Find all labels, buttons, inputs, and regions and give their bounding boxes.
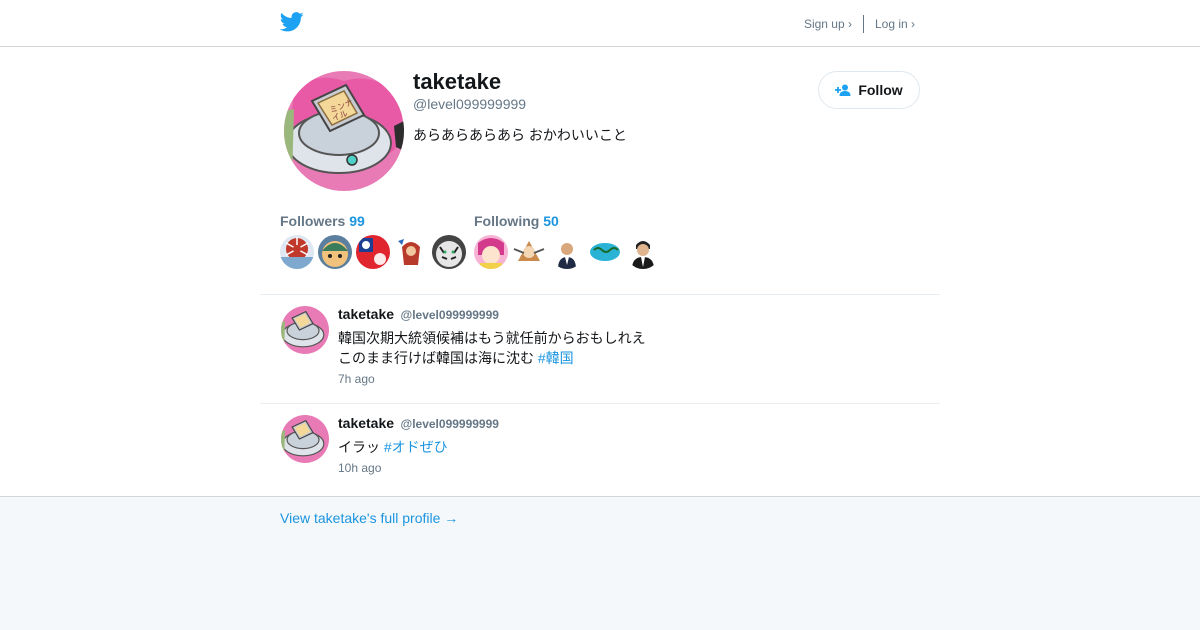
hashtag-link[interactable]: #オドぜひ	[384, 439, 448, 455]
tweet-author[interactable]: taketake @level099999999	[338, 306, 918, 324]
tweet-text-line: イラッ	[338, 439, 380, 455]
tweet-text: イラッ #オドぜひ	[338, 437, 918, 457]
profile-name: taketake	[413, 69, 502, 94]
followers-block: Followers 99	[280, 213, 470, 269]
followers-label: Followers	[280, 213, 346, 229]
tweet-text: 韓国次期大統領候補はもう就任前からおもしれえ このまま行けば韓国は海に沈む #韓…	[338, 328, 918, 368]
tweet-text-line: 韓国次期大統領候補はもう就任前からおもしれえ	[338, 330, 646, 346]
section-divider	[260, 294, 940, 295]
link-divider	[862, 15, 864, 33]
tweet-author[interactable]: taketake @level099999999	[338, 415, 918, 433]
follow-label: Follow	[858, 82, 903, 98]
tweet[interactable]: taketake @level099999999 イラッ #オドぜひ 10h a…	[280, 415, 920, 491]
following-label: Following	[474, 213, 540, 229]
tweet-timestamp[interactable]: 7h ago	[338, 372, 918, 386]
tweet[interactable]: taketake @level099999999 韓国次期大統領候補はもう就任前…	[280, 306, 920, 402]
following-avatar[interactable]	[626, 235, 660, 269]
follower-avatar[interactable]	[432, 235, 466, 269]
tweet-body: taketake @level099999999 韓国次期大統領候補はもう就任前…	[338, 306, 918, 386]
following-count: 50	[543, 213, 559, 229]
following-avatar[interactable]	[588, 235, 622, 269]
follow-button[interactable]: Follow	[818, 71, 920, 109]
login-link[interactable]: Log in ›	[875, 17, 915, 31]
full-profile-link[interactable]: View taketake's full profile →	[280, 510, 458, 526]
profile-card: ミンナ イル taketake @level099999999 あらあらあらあら…	[0, 47, 1200, 497]
followers-avatars	[280, 235, 470, 269]
signup-link[interactable]: Sign up ›	[804, 17, 852, 31]
tweet-author-handle: @level099999999	[400, 308, 499, 322]
avatar-image-icon	[281, 415, 329, 463]
hashtag-link[interactable]: #韓国	[538, 350, 574, 366]
tweet-timestamp[interactable]: 10h ago	[338, 461, 918, 475]
tweet-author-handle: @level099999999	[400, 417, 499, 431]
following-avatar[interactable]	[550, 235, 584, 269]
auth-links: Sign up › Log in ›	[804, 15, 915, 33]
avatar-image-icon	[281, 306, 329, 354]
following-avatar[interactable]	[474, 235, 508, 269]
tweet-body: taketake @level099999999 イラッ #オドぜひ 10h a…	[338, 415, 918, 475]
tweet-text-line: このまま行けば韓国は海に沈む	[338, 350, 534, 366]
follower-avatar[interactable]	[318, 235, 352, 269]
twitter-bird-icon[interactable]	[280, 11, 304, 33]
profile-bio: あらあらあらあら おかわいいこと	[413, 127, 627, 143]
tweet-author-name: taketake	[338, 415, 395, 431]
top-bar: Sign up › Log in ›	[0, 0, 1200, 47]
following-avatars	[474, 235, 664, 269]
follower-avatar[interactable]	[356, 235, 390, 269]
avatar-image-icon: ミンナ イル	[284, 71, 404, 191]
add-user-icon	[835, 84, 851, 96]
following-stat[interactable]: Following 50	[474, 213, 664, 229]
tweet-avatar[interactable]	[281, 306, 329, 354]
following-avatar[interactable]	[512, 235, 546, 269]
profile-avatar[interactable]: ミンナ イル	[284, 71, 404, 191]
follower-avatar[interactable]	[394, 235, 428, 269]
tweet-divider	[260, 403, 940, 404]
profile-header: ミンナ イル taketake @level099999999 あらあらあらあら…	[280, 47, 920, 295]
following-block: Following 50	[474, 213, 664, 269]
profile-handle: @level099999999	[413, 96, 527, 112]
tweet-author-name: taketake	[338, 306, 395, 322]
tweet-avatar[interactable]	[281, 415, 329, 463]
followers-stat[interactable]: Followers 99	[280, 213, 470, 229]
follower-avatar[interactable]	[280, 235, 314, 269]
followers-count: 99	[349, 213, 365, 229]
